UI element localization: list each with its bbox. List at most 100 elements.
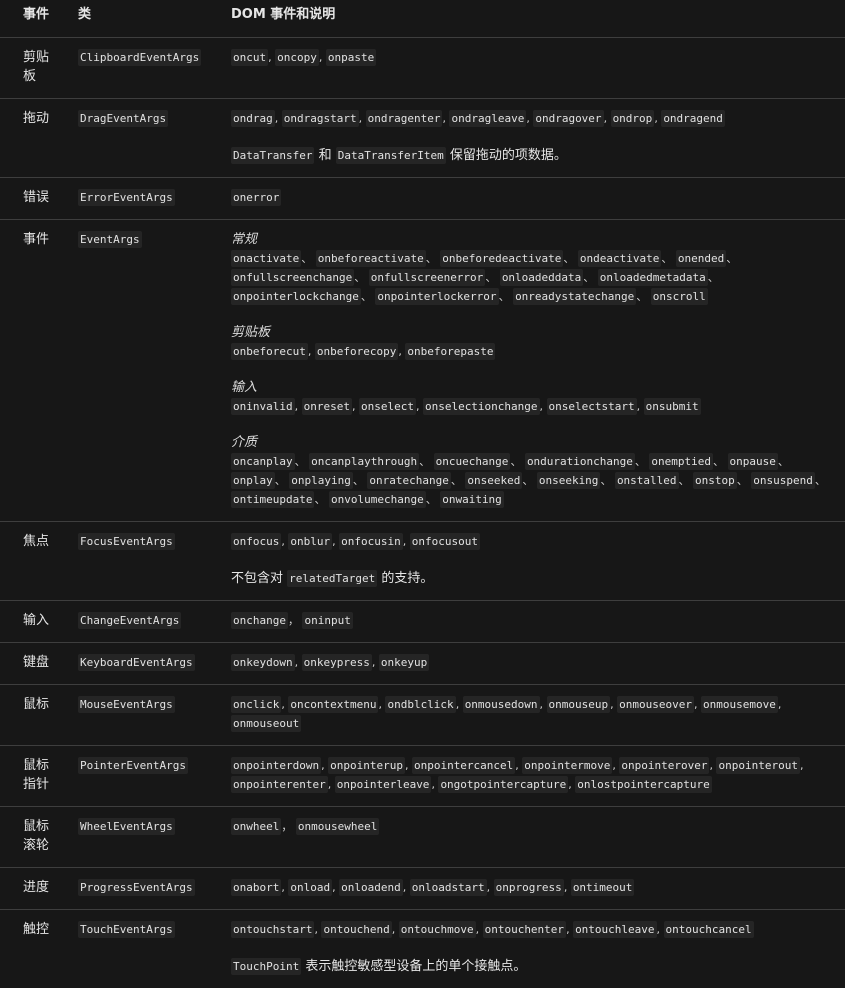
dom-event-name: onerror [231,189,281,206]
event-list: onabort, onload, onloadend, onloadstart,… [231,878,841,897]
separator: , [456,698,463,711]
event-category: 剪贴板 [0,38,55,99]
dom-event-name: ondragover [533,110,603,127]
dom-event-name: ontimeout [571,879,635,896]
dom-event-name: onactivate [231,250,301,267]
dom-event-name: onsuspend [751,472,815,489]
separator: , [487,881,494,894]
dom-events: onerror [207,178,845,220]
separator: , [275,112,282,125]
dom-event-name: oncontextmenu [288,696,378,713]
event-group: onabort, onload, onloadend, onloadstart,… [231,878,841,897]
event-group: oncut, oncopy, onpaste [231,48,841,67]
dom-event-name: onfullscreenchange [231,269,354,286]
event-class: FocusEventArgs [55,522,207,601]
separator: , [352,400,359,413]
events-table: 事件 类 DOM 事件和说明 剪贴板ClipboardEventArgsoncu… [0,0,845,988]
event-group: onclick, oncontextmenu, ondblclick, onmo… [231,695,841,733]
table-row: 输入ChangeEventArgsonchange， oninput [0,601,845,643]
separator: , [778,698,782,711]
dom-event-name: ontouchleave [573,921,656,938]
event-category: 拖动 [0,99,55,178]
event-group-title: 剪贴板 [231,323,841,342]
event-class: ErrorEventArgs [55,178,207,220]
dom-event-name: ontouchenter [483,921,566,938]
separator: 、 [635,455,650,468]
dom-event-name: onfocusout [410,533,480,550]
event-class: KeyboardEventArgs [55,643,207,685]
table-header-row: 事件 类 DOM 事件和说明 [0,0,845,38]
header-dom-events: DOM 事件和说明 [207,0,845,38]
type-name: DataTransfer [231,147,314,164]
table-row: 鼠标MouseEventArgsonclick, oncontextmenu, … [0,685,845,746]
event-group: onwheel， onmousewheel [231,817,841,836]
table-row: 拖动DragEventArgsondrag, ondragstart, ondr… [0,99,845,178]
dom-event-name: onbeforecopy [315,343,398,360]
table-row: 进度ProgressEventArgsonabort, onload, onlo… [0,868,845,910]
class-name: EventArgs [78,231,142,248]
dom-event-name: ondragenter [366,110,443,127]
dom-event-name: ontimeupdate [231,491,314,508]
note-text: 表示触控敏感型设备上的单个接触点。 [301,959,526,974]
separator: , [308,345,315,358]
class-name: PointerEventArgs [78,757,188,774]
separator: , [564,881,571,894]
dom-event-name: oninput [302,612,352,629]
separator: 、 [737,474,752,487]
dom-event-name: onclick [231,696,281,713]
dom-event-name: ontouchstart [231,921,314,938]
dom-event-name: onratechange [367,472,450,489]
class-name: ChangeEventArgs [78,612,181,629]
separator: , [657,923,664,936]
dom-event-name: onpointerleave [335,776,432,793]
dom-events: 常规onactivate、 onbeforeactivate、 onbefore… [207,220,845,522]
separator: , [392,923,399,936]
separator: 、 [353,474,368,487]
class-name: MouseEventArgs [78,696,175,713]
dom-event-name: onsubmit [644,398,701,415]
separator: 、 [295,455,310,468]
dom-event-name: onkeydown [231,654,295,671]
dom-event-name: onpointerenter [231,776,328,793]
event-group-title: 介质 [231,433,841,452]
type-name: TouchPoint [231,958,301,975]
event-group: 介质oncanplay、 oncanplaythrough、 oncuechan… [231,433,841,509]
table-row: 鼠标指针PointerEventArgsonpointerdown, onpoi… [0,746,845,807]
event-group-title: 常规 [231,230,841,249]
dom-event-name: onloadstart [410,879,487,896]
event-group: onkeydown, onkeypress, onkeyup [231,653,841,672]
note-text: 不包含对 [231,571,287,586]
dom-event-name: onwheel [231,818,281,835]
dom-event-name: onselectstart [547,398,637,415]
dom-events: onabort, onload, onloadend, onloadstart,… [207,868,845,910]
dom-events: ondrag, ondragstart, ondragenter, ondrag… [207,99,845,178]
dom-event-name: onended [676,250,726,267]
class-name: ErrorEventArgs [78,189,175,206]
separator: 、 [815,474,826,487]
event-class: ClipboardEventArgs [55,38,207,99]
dom-event-name: oncopy [275,49,319,66]
dom-event-name: oncut [231,49,268,66]
event-list: onerror [231,188,841,207]
type-name: DataTransferItem [336,147,446,164]
separator: 、 [485,271,500,284]
class-name: ProgressEventArgs [78,879,195,896]
separator: 、 [661,252,676,265]
event-list: onwheel， onmousewheel [231,817,841,836]
dom-event-name: onselectionchange [423,398,540,415]
dom-event-name: onstalled [615,472,679,489]
event-group: onpointerdown, onpointerup, onpointercan… [231,756,841,794]
dom-event-name: onabort [231,879,281,896]
dom-event-name: oncanplaythrough [309,453,419,470]
separator: , [405,759,412,772]
event-list: onchange， oninput [231,611,841,630]
dom-event-name: onreset [302,398,352,415]
separator: 、 [708,271,719,284]
dom-event-name: onpointerup [328,757,405,774]
separator: 、 [419,455,434,468]
table-row: 错误ErrorEventArgsonerror [0,178,845,220]
table-row: 剪贴板ClipboardEventArgs oncut, oncopy, onpa… [0,38,845,99]
separator: ， [288,614,303,627]
dom-event-name: onbeforecut [231,343,308,360]
dom-event-name: ondeactivate [578,250,661,267]
